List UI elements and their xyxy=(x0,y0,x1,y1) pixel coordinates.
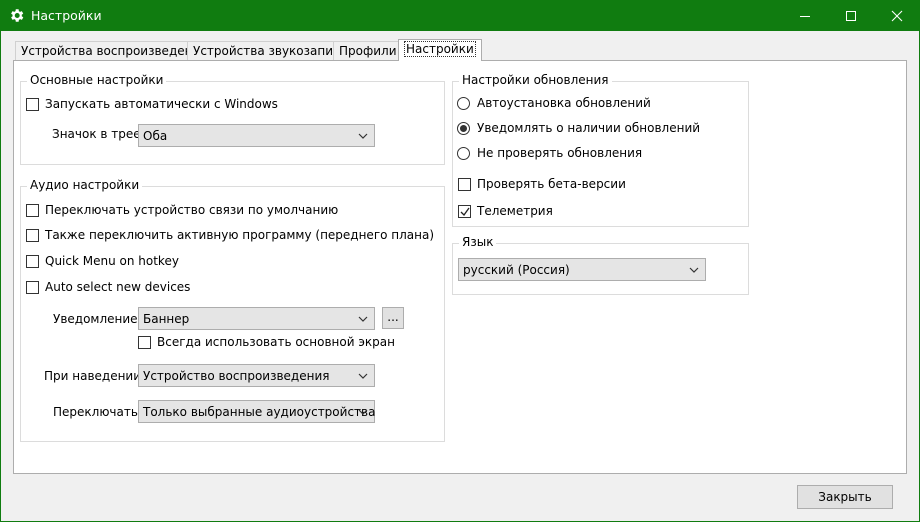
chevron-down-icon xyxy=(358,133,368,139)
group-title: Язык xyxy=(459,235,497,249)
checkbox-box[interactable] xyxy=(26,281,39,294)
select-value: Баннер xyxy=(143,312,190,326)
tab-recording-devices[interactable]: Устройства звукозаписи xyxy=(187,41,354,61)
close-icon xyxy=(891,10,903,22)
chevron-down-icon xyxy=(689,267,699,273)
minimize-button[interactable] xyxy=(782,0,828,31)
tab-label: Устройства звукозаписи xyxy=(193,44,348,58)
tray-icon-select[interactable]: Оба xyxy=(138,124,375,147)
checkbox-box[interactable] xyxy=(26,204,39,217)
checkmark-icon xyxy=(460,207,470,217)
radio-circle[interactable] xyxy=(457,122,470,135)
switch-mode-label: Переключать xyxy=(53,405,138,419)
checkbox-label: Auto select new devices xyxy=(45,280,191,294)
maximize-button[interactable] xyxy=(828,0,874,31)
radio-label: Уведомлять о наличии обновлений xyxy=(477,121,701,135)
checkbox-box[interactable] xyxy=(26,255,39,268)
language-select[interactable]: русский (Россия) xyxy=(458,258,706,281)
checkbox-label: Также переключить активную программу (пе… xyxy=(45,228,435,242)
window-title: Настройки xyxy=(31,8,102,23)
group-title: Аудио настройки xyxy=(27,178,143,192)
select-value: Оба xyxy=(143,129,168,143)
tab-settings[interactable]: Настройки xyxy=(398,39,482,61)
checkbox-label: Проверять бета-версии xyxy=(477,177,626,191)
switch-mode-select[interactable]: Только выбранные аудиоустройства xyxy=(138,400,375,423)
button-label: ... xyxy=(387,310,399,324)
group-title: Основные настройки xyxy=(27,73,167,87)
radio-circle[interactable] xyxy=(457,97,470,110)
button-label: Закрыть xyxy=(818,490,872,504)
checkbox-box[interactable] xyxy=(458,205,471,218)
group-title: Настройки обновления xyxy=(459,73,612,87)
checkbox-label: Всегда использовать основной экран xyxy=(157,335,395,349)
checkbox-label: Переключать устройство связи по умолчани… xyxy=(45,203,339,217)
tab-playback-devices[interactable]: Устройства воспроизведения xyxy=(15,41,214,61)
gear-icon xyxy=(11,9,24,22)
notification-select[interactable]: Баннер xyxy=(138,307,375,330)
select-value: русский (Россия) xyxy=(463,263,570,277)
checkbox-label: Запускать автоматически с Windows xyxy=(45,97,278,111)
checkbox-box[interactable] xyxy=(138,336,151,349)
radio-label: Не проверять обновления xyxy=(477,146,643,160)
hover-label: При наведении xyxy=(44,369,142,383)
radio-dot xyxy=(460,125,467,132)
radio-label: Автоустановка обновлений xyxy=(477,96,651,110)
hover-select[interactable]: Устройство воспроизведения xyxy=(138,364,375,387)
checkbox-label: Quick Menu on hotkey xyxy=(45,254,179,268)
tab-label: Профили xyxy=(339,44,397,58)
chevron-down-icon xyxy=(358,316,368,322)
maximize-icon xyxy=(846,11,856,21)
select-value: Устройство воспроизведения xyxy=(143,369,330,383)
chevron-down-icon xyxy=(358,373,368,379)
close-button[interactable] xyxy=(874,0,920,31)
tab-label: Настройки xyxy=(404,41,476,57)
title-bar: Настройки xyxy=(0,0,920,31)
checkbox-box[interactable] xyxy=(26,98,39,111)
tab-profiles[interactable]: Профили xyxy=(333,41,403,61)
checkbox-label: Телеметрия xyxy=(477,204,553,218)
tab-label: Устройства воспроизведения xyxy=(21,44,208,58)
close-dialog-button[interactable]: Закрыть xyxy=(797,485,893,509)
select-value: Только выбранные аудиоустройства xyxy=(143,405,376,419)
notification-label: Уведомление xyxy=(53,312,138,326)
radio-circle[interactable] xyxy=(457,147,470,160)
checkbox-box[interactable] xyxy=(458,178,471,191)
checkbox-box[interactable] xyxy=(26,229,39,242)
minimize-icon xyxy=(800,16,810,17)
chevron-down-icon xyxy=(358,409,368,415)
notification-options-button[interactable]: ... xyxy=(382,307,404,329)
group-basic-settings: Основные настройки xyxy=(20,73,445,165)
tray-icon-label: Значок в трее xyxy=(52,127,141,141)
